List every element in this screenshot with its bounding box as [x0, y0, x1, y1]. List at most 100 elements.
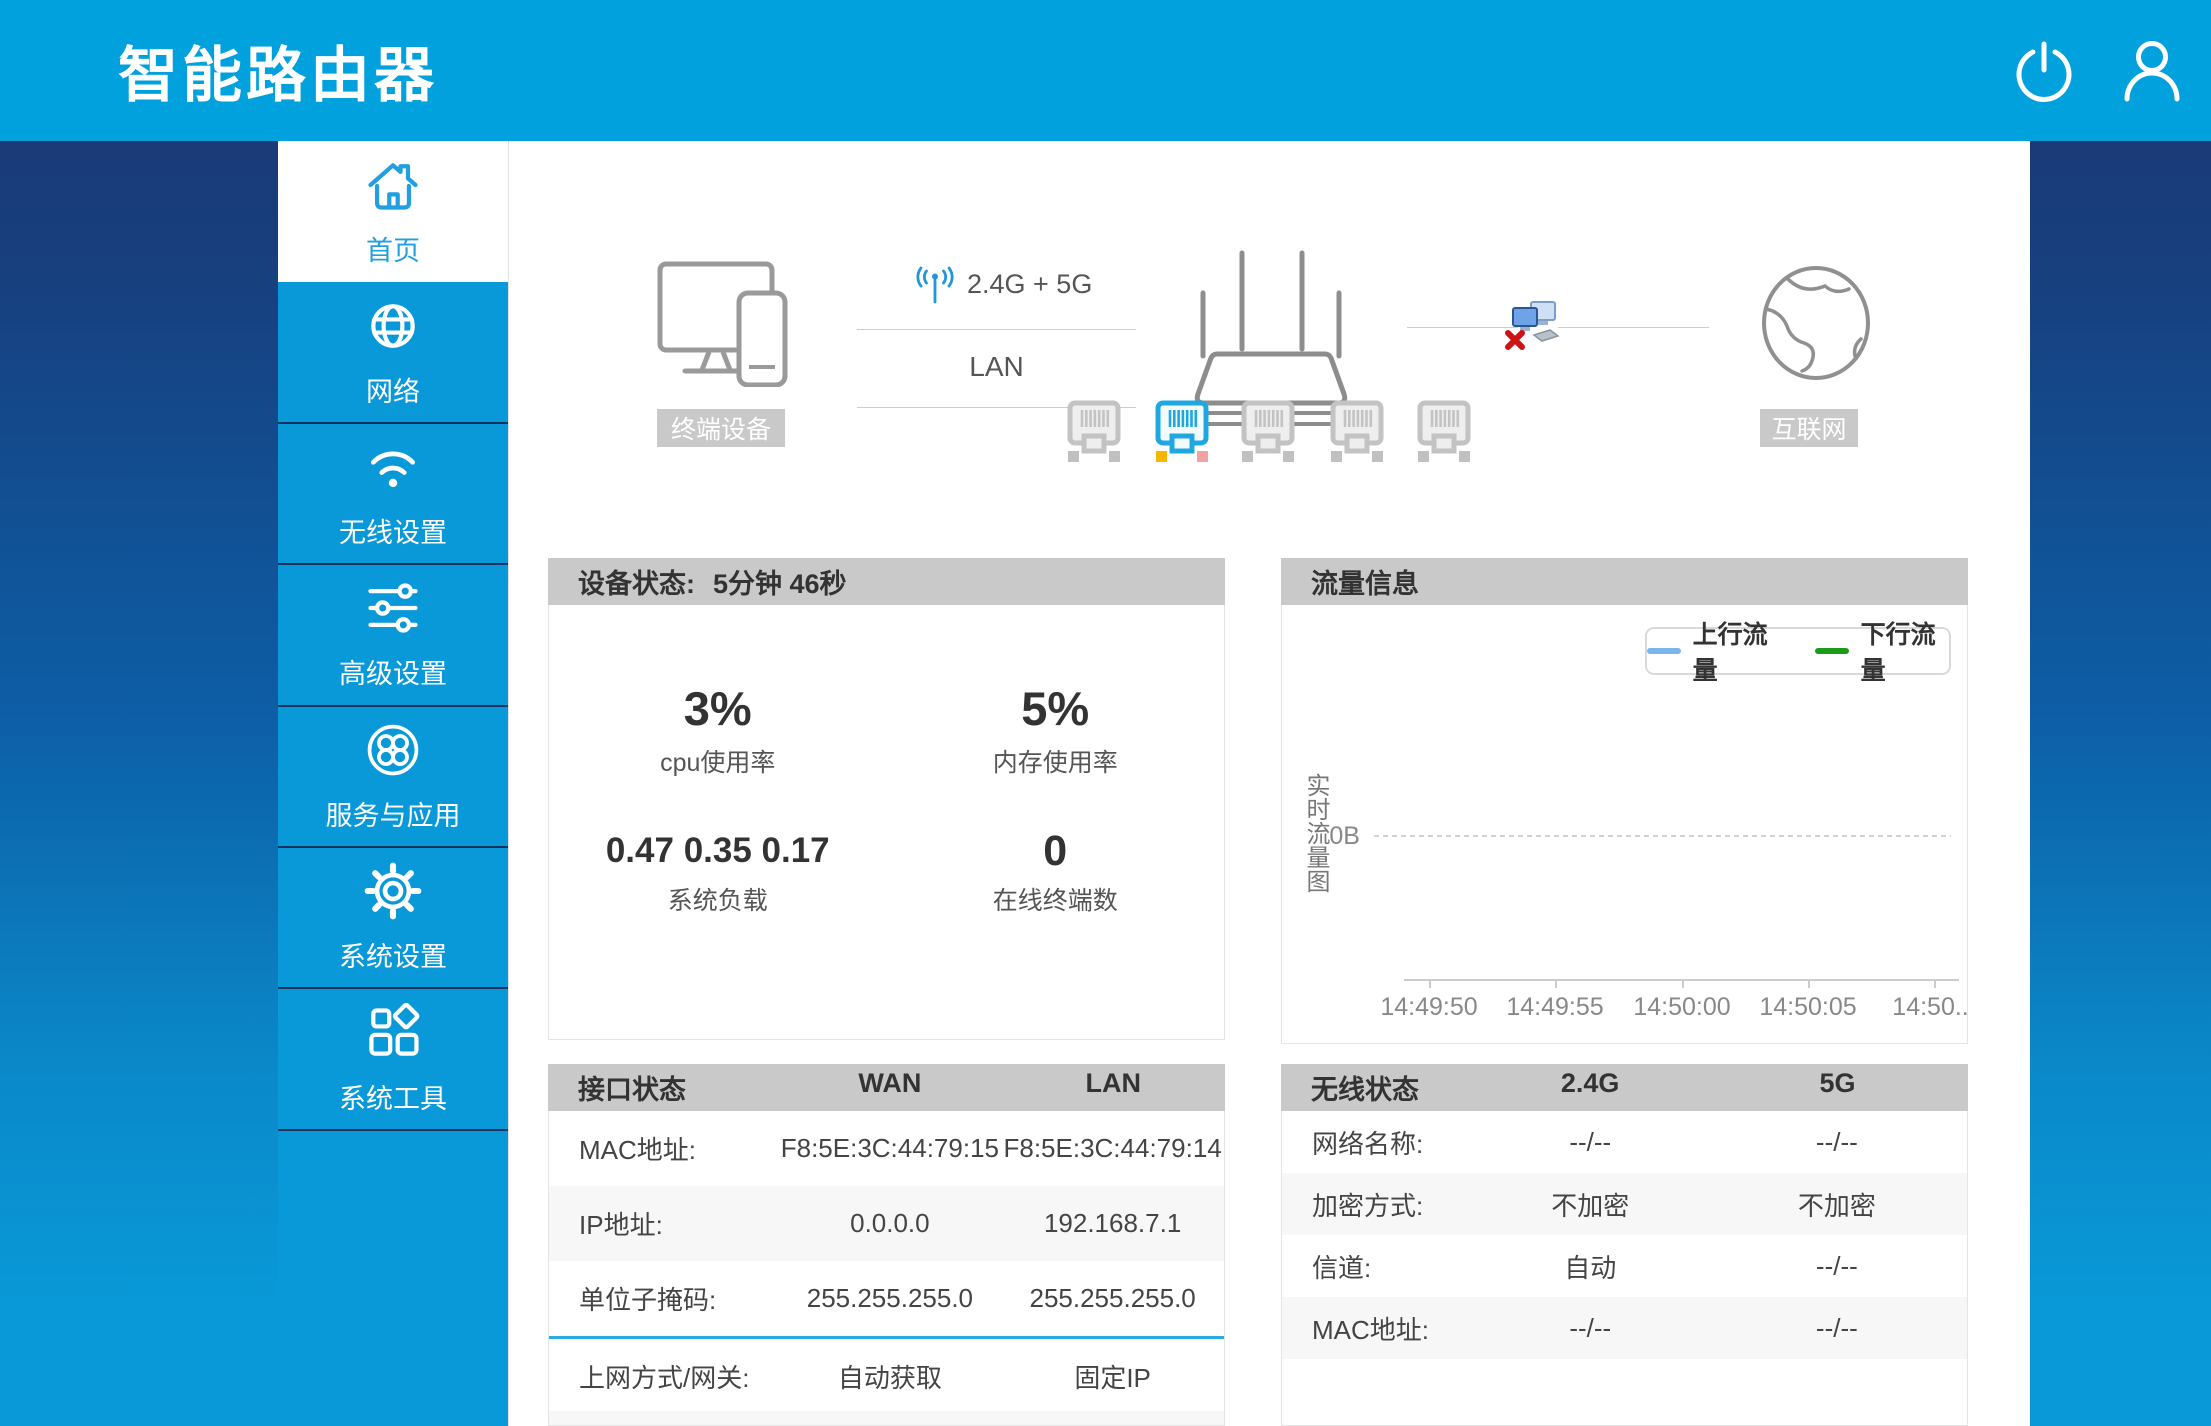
- device-status-title: 设备状态:: [548, 562, 695, 601]
- wifi-icon: [363, 437, 423, 502]
- band-5g-column-header: 5G: [1707, 1068, 1968, 1107]
- sliders-icon: [363, 578, 423, 643]
- divider: [857, 329, 1136, 330]
- traffic-header: 流量信息: [1281, 558, 1968, 605]
- network-icon: [363, 296, 423, 361]
- power-icon[interactable]: [2013, 39, 2075, 103]
- table-row: 信道: 自动 --/--: [1282, 1235, 1967, 1297]
- traffic-chart: 上行流量 下行流量 实时流量图 0B 14:49:50 14:49:55 14:…: [1281, 605, 1968, 1044]
- x-tick-label: 14:49:50: [1369, 993, 1489, 1022]
- ethernet-port-icon: [1417, 400, 1471, 467]
- sidebar-item-system-settings[interactable]: 系统设置: [278, 848, 508, 989]
- table-row: 上网方式/网关: 自动获取 固定IP: [549, 1339, 1224, 1414]
- ethernet-port-icon: [1241, 400, 1295, 467]
- internet-globe-icon: [1761, 265, 1871, 386]
- page-title: 智能路由器: [0, 27, 438, 114]
- sidebar-item-label: 无线设置: [339, 511, 447, 550]
- table-row-partial: [549, 1411, 1224, 1425]
- x-tick: [1429, 979, 1431, 988]
- memory-usage-label: 内存使用率: [993, 743, 1118, 779]
- services-icon: [363, 720, 423, 785]
- table-row: MAC地址: F8:5E:3C:44:79:15 F8:5E:3C:44:79:…: [549, 1111, 1224, 1186]
- downstream-line-swatch: [1815, 648, 1849, 654]
- online-clients-label: 在线终端数: [993, 881, 1118, 917]
- system-load-value: 0.47 0.35 0.17: [606, 829, 830, 873]
- x-tick: [1934, 979, 1936, 988]
- table-row: 网络名称: --/-- --/--: [1282, 1111, 1967, 1173]
- memory-usage-value: 5%: [1021, 683, 1089, 735]
- sidebar-item-label: 系统设置: [339, 935, 447, 974]
- zero-value-line: [1374, 835, 1951, 837]
- sidebar-item-system-tools[interactable]: 系统工具: [278, 989, 508, 1130]
- interface-status-body: MAC地址: F8:5E:3C:44:79:15 F8:5E:3C:44:79:…: [548, 1111, 1225, 1426]
- sidebar-item-wireless[interactable]: 无线设置: [278, 424, 508, 565]
- upstream-line-swatch: [1647, 648, 1681, 654]
- x-tick: [1682, 979, 1684, 988]
- table-row: 加密方式: 不加密 不加密: [1282, 1173, 1967, 1235]
- wireless-band-label: 2.4G + 5G: [967, 269, 1092, 300]
- gear-icon: [363, 861, 423, 926]
- client-devices-icon: [657, 261, 797, 392]
- ethernet-port-icon-active: [1155, 400, 1209, 467]
- legend-upstream[interactable]: 上行流量: [1647, 615, 1781, 687]
- sidebar-item-label: 网络: [366, 370, 420, 409]
- sidebar-item-label: 高级设置: [339, 652, 447, 691]
- band-24g-column-header: 2.4G: [1473, 1068, 1707, 1107]
- stat-column-left: 3% cpu使用率 0.47 0.35 0.17 系统负载: [549, 683, 887, 1039]
- x-tick: [1555, 979, 1557, 988]
- header-bar: 智能路由器: [0, 0, 2211, 141]
- cpu-usage-label: cpu使用率: [660, 743, 775, 779]
- traffic-info-panel: 流量信息 上行流量 下行流量 实时流量图 0B 14:49:5: [1281, 558, 1968, 1044]
- wireless-status-body: 网络名称: --/-- --/-- 加密方式: 不加密 不加密 信道: 自动 -…: [1281, 1111, 1968, 1426]
- main-content: 终端设备 2.4G + 5G LAN: [508, 141, 2030, 1426]
- wireless-status-title: 无线状态: [1281, 1068, 1473, 1107]
- header-actions: [2013, 39, 2211, 103]
- interface-status-panel: 接口状态 WAN LAN MAC地址: F8:5E:3C:44:79:15 F8…: [548, 1064, 1225, 1426]
- device-status-panel: 设备状态: 5分钟 46秒 3% cpu使用率 0.47 0.35 0.17 系…: [548, 558, 1225, 1040]
- stat-column-right: 5% 内存使用率 0 在线终端数: [887, 683, 1225, 1039]
- ethernet-port-icon: [1067, 400, 1121, 467]
- table-row: MAC地址: --/-- --/--: [1282, 1297, 1967, 1359]
- ethernet-port-icon: [1330, 400, 1384, 467]
- sidebar: 首页 网络 无线设置: [278, 141, 508, 1426]
- lan-label: LAN: [857, 345, 1136, 389]
- traffic-title: 流量信息: [1281, 562, 1419, 601]
- table-row: 单位子掩码: 255.255.255.0 255.255.255.0: [549, 1261, 1224, 1336]
- uptime-value: 5分钟 46秒: [713, 562, 847, 601]
- wireless-status-panel: 无线状态 2.4G 5G 网络名称: --/-- --/-- 加密方式: 不加密…: [1281, 1064, 1968, 1426]
- sidebar-item-network[interactable]: 网络: [278, 282, 508, 423]
- home-icon: [363, 155, 423, 220]
- wireless-antenna-icon: [913, 265, 957, 310]
- table-row: IP地址: 0.0.0.0 192.168.7.1: [549, 1186, 1224, 1261]
- legend-downstream[interactable]: 下行流量: [1815, 615, 1949, 687]
- x-tick-label: 14:50:05: [1748, 993, 1868, 1022]
- sidebar-item-advanced[interactable]: 高级设置: [278, 565, 508, 706]
- online-clients-value: 0: [1043, 829, 1067, 873]
- sidebar-item-services[interactable]: 服务与应用: [278, 707, 508, 848]
- user-icon[interactable]: [2123, 39, 2181, 103]
- interface-status-title: 接口状态: [548, 1068, 778, 1107]
- y-tick-0b: 0B: [1318, 822, 1360, 851]
- chart-legend: 上行流量 下行流量: [1645, 627, 1951, 675]
- x-tick-label: 14:50...: [1874, 993, 1968, 1022]
- disconnected-icon: [1504, 299, 1560, 358]
- sidebar-item-home[interactable]: 首页: [278, 141, 508, 282]
- wireless-status-header: 无线状态 2.4G 5G: [1281, 1064, 1968, 1111]
- x-tick-label: 14:50:00: [1622, 993, 1742, 1022]
- x-tick-label: 14:49:55: [1495, 993, 1615, 1022]
- tools-icon: [363, 1003, 423, 1068]
- cpu-usage-value: 3%: [684, 683, 752, 735]
- x-tick: [1808, 979, 1810, 988]
- network-topology: 终端设备 2.4G + 5G LAN: [509, 141, 2031, 558]
- sidebar-item-label: 系统工具: [339, 1077, 447, 1116]
- sidebar-item-label: 首页: [366, 229, 420, 268]
- internet-badge: 互联网: [1760, 409, 1858, 447]
- wan-column-header: WAN: [778, 1068, 1001, 1107]
- client-devices-badge: 终端设备: [657, 409, 785, 447]
- interface-status-header: 接口状态 WAN LAN: [548, 1064, 1225, 1111]
- device-status-body: 3% cpu使用率 0.47 0.35 0.17 系统负载 5% 内存使用率 0…: [548, 605, 1225, 1040]
- device-status-header: 设备状态: 5分钟 46秒: [548, 558, 1225, 605]
- lan-column-header: LAN: [1002, 1068, 1225, 1107]
- sidebar-item-label: 服务与应用: [326, 794, 461, 833]
- system-load-label: 系统负载: [668, 881, 768, 917]
